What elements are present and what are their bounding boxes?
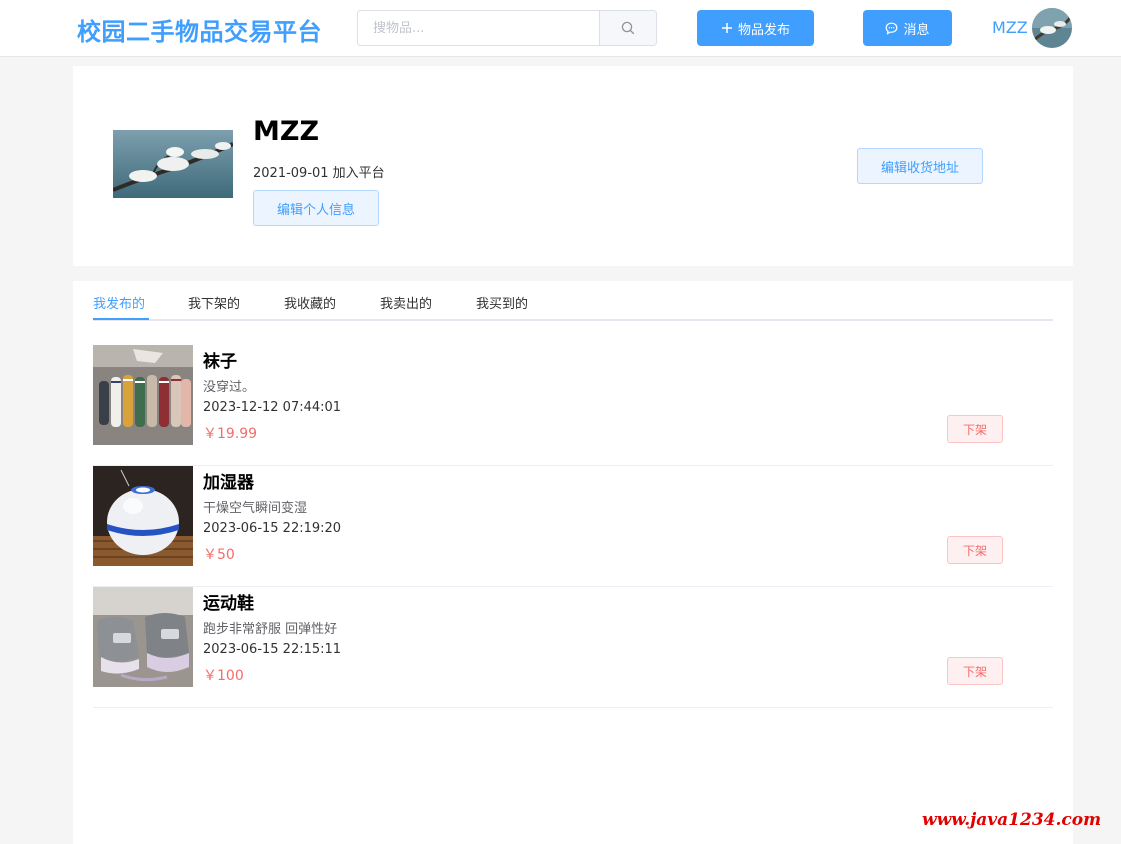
edit-info-button[interactable]: 编辑个人信息 [253,190,379,226]
plus-icon [721,23,732,33]
item-title[interactable]: 运动鞋 [203,589,254,614]
sneakers-image [93,587,193,687]
message-label: 消息 [903,22,930,38]
message-button[interactable]: 消息 [863,10,952,46]
item-time: 2023-06-15 22:19:20 [203,521,342,536]
items-panel: 我发布的 我下架的 我收藏的 我卖出的 我买到的 袜子 没穿过。 2023-12… [73,281,1073,844]
search-icon [621,21,635,35]
tab-favorites[interactable]: 我收藏的 [284,293,336,312]
list-item[interactable]: 加湿器 干燥空气瞬间变湿 2023-06-15 22:19:20 ￥50 下架 [93,466,1053,587]
search-button[interactable] [599,11,656,45]
item-price: ￥50 [203,547,235,563]
item-desc: 干燥空气瞬间变湿 [203,501,308,516]
humidifier-image [93,466,193,566]
item-image[interactable] [93,466,193,566]
profile-name: MZZ [253,116,320,147]
tab-published[interactable]: 我发布的 [93,293,145,312]
item-time: 2023-12-12 07:44:01 [203,400,342,415]
top-header: 校园二手物品交易平台 物品发布 消息 MZZ [0,0,1121,57]
publish-button[interactable]: 物品发布 [697,10,814,46]
unlist-button[interactable]: 下架 [947,415,1003,443]
item-image[interactable] [93,345,193,445]
header-username[interactable]: MZZ [992,18,1028,37]
unlist-button[interactable]: 下架 [947,536,1003,564]
avatar[interactable] [1032,8,1072,48]
tab-unlisted[interactable]: 我下架的 [188,293,240,312]
search-input[interactable] [358,11,599,45]
snow-branch-image [113,130,233,198]
watermark: www.java1234.com [922,810,1102,830]
item-price: ￥100 [203,668,244,684]
item-title[interactable]: 袜子 [203,347,237,372]
tab-bought[interactable]: 我买到的 [476,293,528,312]
socks-image [93,345,193,445]
joined-date: 2021-09-01 加入平台 [253,166,385,181]
tab-sold[interactable]: 我卖出的 [380,293,432,312]
search-box [357,10,657,46]
avatar-image [1032,8,1072,48]
edit-address-button[interactable]: 编辑收货地址 [857,148,983,184]
site-logo[interactable]: 校园二手物品交易平台 [77,12,322,47]
active-tab-indicator [93,318,149,320]
item-price: ￥19.99 [203,426,258,442]
unlist-button[interactable]: 下架 [947,657,1003,685]
profile-card: MZZ 2021-09-01 加入平台 编辑个人信息 编辑收货地址 [73,66,1073,266]
list-item[interactable]: 运动鞋 跑步非常舒服 回弹性好 2023-06-15 22:15:11 ￥100… [93,587,1053,708]
item-desc: 跑步非常舒服 回弹性好 [203,622,338,637]
list-item[interactable]: 袜子 没穿过。 2023-12-12 07:44:01 ￥19.99 下架 [93,345,1053,466]
item-title[interactable]: 加湿器 [203,468,254,493]
item-time: 2023-06-15 22:15:11 [203,642,342,657]
tabs-bar: 我发布的 我下架的 我收藏的 我卖出的 我买到的 [93,281,1053,321]
profile-avatar [113,130,233,198]
item-image[interactable] [93,587,193,687]
publish-label: 物品发布 [737,22,790,38]
item-desc: 没穿过。 [203,380,256,395]
chat-icon [886,22,898,35]
